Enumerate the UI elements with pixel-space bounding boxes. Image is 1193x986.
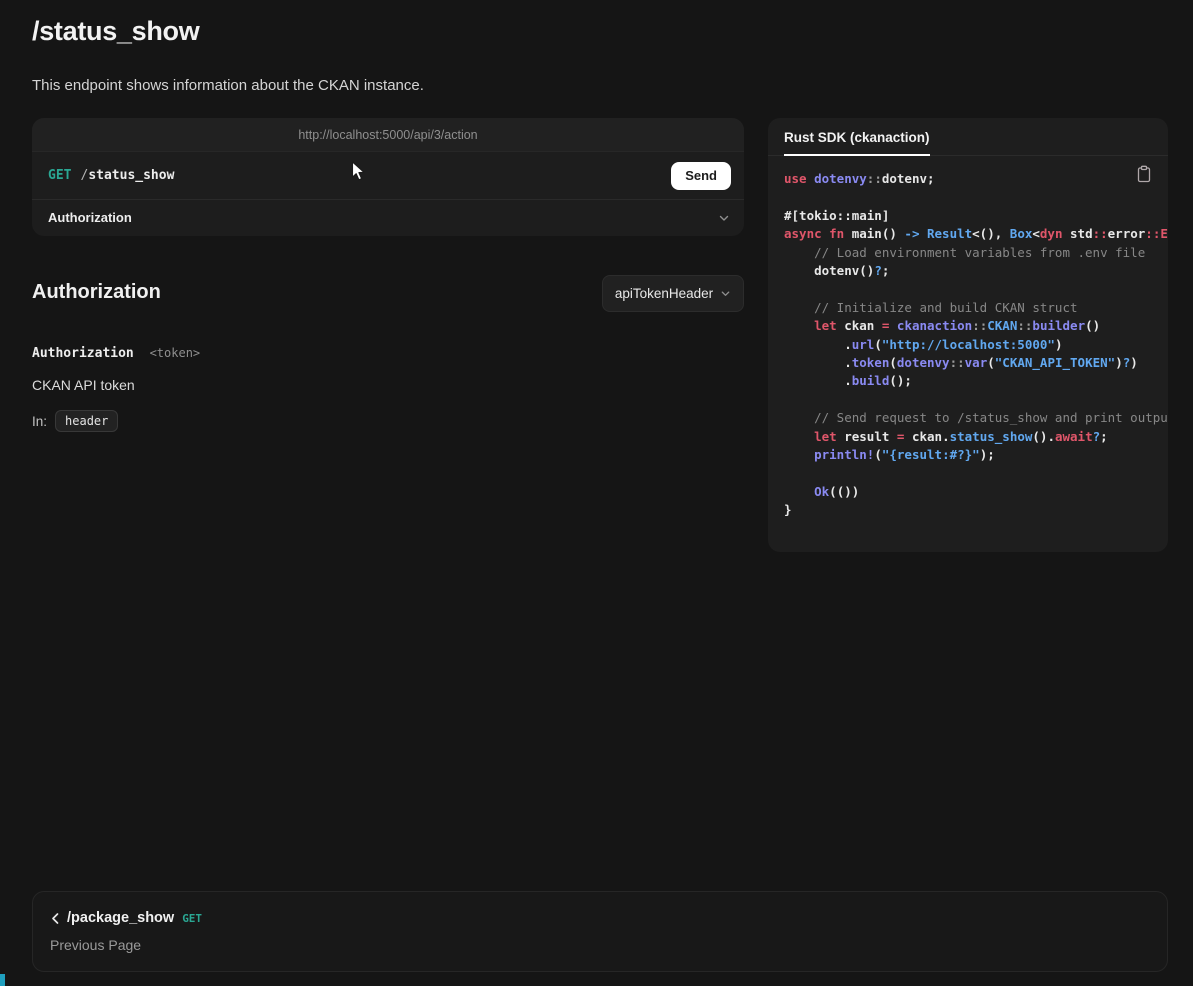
param-description: CKAN API token: [32, 377, 135, 393]
code-line: }: [784, 501, 1152, 519]
previous-page-label: Previous Page: [50, 937, 1147, 953]
corner-accent-mark: [0, 974, 5, 986]
code-line: use dotenvy::dotenv;: [784, 170, 1152, 188]
chevron-left-icon: [50, 912, 61, 925]
code-line: .url("http://localhost:5000"): [784, 336, 1152, 354]
code-line: // Initialize and build CKAN struct: [784, 299, 1152, 317]
previous-page-method-badge: GET: [182, 912, 202, 925]
code-example-panel: Rust SDK (ckanaction) use dotenvy::doten…: [768, 118, 1168, 552]
send-button[interactable]: Send: [671, 162, 731, 190]
authorization-accordion-row[interactable]: Authorization: [32, 199, 744, 235]
auth-scheme-selected-value: apiTokenHeader: [615, 286, 713, 301]
code-block[interactable]: use dotenvy::dotenv; #[tokio::main]async…: [768, 156, 1168, 552]
code-line: let ckan = ckanaction::CKAN::builder(): [784, 317, 1152, 335]
code-line: [784, 188, 1152, 206]
param-in-badge: header: [55, 410, 118, 432]
code-line: println!("{result:#?}");: [784, 446, 1152, 464]
path-text: status_show: [88, 168, 174, 183]
code-line: // Send request to /status_show and prin…: [784, 409, 1152, 427]
authorization-section-heading: Authorization: [32, 281, 161, 304]
tab-rust-sdk[interactable]: Rust SDK (ckanaction): [784, 130, 930, 156]
chevron-down-icon: [720, 288, 731, 299]
endpoint-description: This endpoint shows information about th…: [32, 77, 424, 94]
code-line: [784, 391, 1152, 409]
request-playground-card: http://localhost:5000/api/3/action GET /…: [32, 118, 744, 236]
code-line: let result = ckan.status_show().await?;: [784, 428, 1152, 446]
previous-page-title-row: /package_show GET: [50, 910, 1147, 926]
page-title: /status_show: [32, 16, 199, 47]
code-line: dotenv()?;: [784, 262, 1152, 280]
code-line: [784, 465, 1152, 483]
code-line: // Load environment variables from .env …: [784, 244, 1152, 262]
clipboard-icon: [1136, 171, 1152, 186]
param-type: <token>: [150, 346, 201, 360]
code-line: async fn main() -> Result<(), Box<dyn st…: [784, 225, 1152, 243]
param-in-row: In: header: [32, 410, 118, 432]
code-panel-header: Rust SDK (ckanaction): [768, 118, 1168, 156]
param-name: Authorization: [32, 346, 134, 361]
param-name-row: Authorization <token>: [32, 346, 200, 361]
chevron-down-icon: [718, 212, 730, 224]
authorization-accordion-label: Authorization: [48, 210, 132, 225]
code-line: .token(dotenvy::var("CKAN_API_TOKEN")?): [784, 354, 1152, 372]
copy-to-clipboard-button[interactable]: [1136, 165, 1152, 183]
code-line: .build();: [784, 372, 1152, 390]
base-url-bar[interactable]: http://localhost:5000/api/3/action: [32, 118, 744, 152]
code-line: #[tokio::main]: [784, 207, 1152, 225]
auth-scheme-select[interactable]: apiTokenHeader: [602, 275, 744, 312]
request-path: /status_show: [80, 168, 174, 183]
code-line: Ok(()): [784, 483, 1152, 501]
http-method-badge: GET: [48, 168, 71, 183]
base-url-text: http://localhost:5000/api/3/action: [298, 128, 477, 142]
request-row: GET /status_show Send: [32, 152, 744, 199]
param-in-label: In:: [32, 414, 47, 429]
code-line: [784, 280, 1152, 298]
previous-page-card[interactable]: /package_show GET Previous Page: [32, 891, 1168, 972]
previous-page-endpoint: /package_show: [67, 910, 174, 926]
